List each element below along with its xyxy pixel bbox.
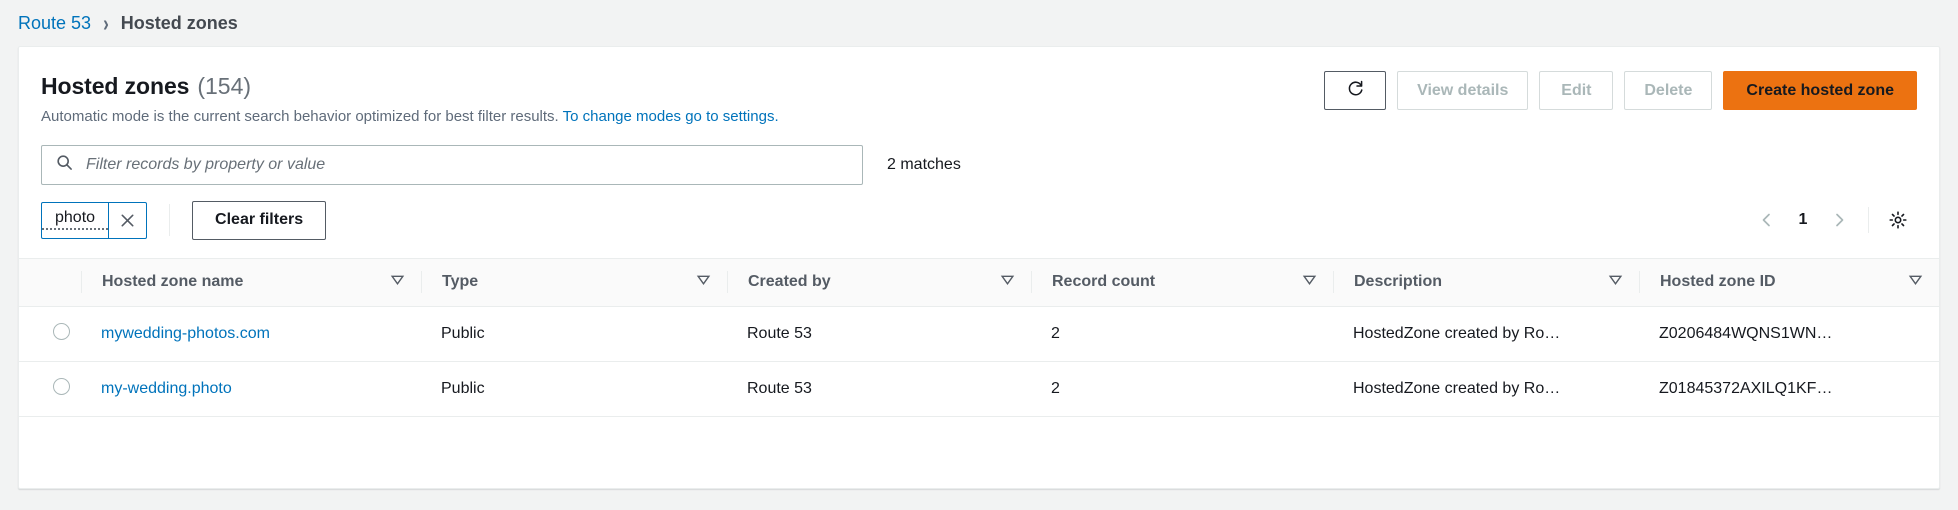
hosted-zones-table: Hosted zone name Type Created by Record … (19, 257, 1939, 417)
cell-description: HostedZone created by Ro… (1333, 361, 1639, 417)
column-created-by[interactable]: Created by (727, 257, 1031, 307)
column-record-count[interactable]: Record count (1031, 257, 1333, 307)
column-label: Type (442, 273, 479, 290)
column-label: Created by (748, 273, 831, 290)
panel-subtitle-text: Automatic mode is the current search beh… (41, 108, 559, 125)
change-modes-link[interactable]: To change modes go to settings. (563, 108, 779, 125)
panel-header-text: Hosted zones (154) Automatic mode is the… (41, 69, 779, 127)
filter-row: 2 matches (19, 127, 1939, 185)
breadcrumb-separator-icon: › (103, 10, 109, 36)
chevron-left-icon[interactable] (1748, 201, 1786, 239)
breadcrumb-link-route53[interactable]: Route 53 (18, 13, 91, 34)
panel-subtitle: Automatic mode is the current search beh… (41, 107, 779, 127)
close-icon[interactable] (108, 202, 146, 238)
cell-description: HostedZone created by Ro… (1333, 306, 1639, 362)
table-row[interactable]: mywedding-photos.com Public Route 53 2 H… (19, 306, 1939, 362)
pagination: 1 (1748, 201, 1917, 239)
triangle-down-icon[interactable] (1000, 272, 1015, 292)
triangle-down-icon[interactable] (696, 272, 711, 292)
column-label: Hosted zone ID (1660, 273, 1776, 290)
hosted-zones-panel: Hosted zones (154) Automatic mode is the… (18, 46, 1940, 489)
table-row[interactable]: my-wedding.photo Public Route 53 2 Hoste… (19, 361, 1939, 417)
page-title-row: Hosted zones (154) (41, 73, 779, 100)
page-title-count: (154) (197, 73, 252, 99)
gear-icon[interactable] (1879, 201, 1917, 239)
view-details-button[interactable]: View details (1397, 71, 1529, 110)
cell-type: Public (421, 306, 727, 362)
token-row: photo Clear filters 1 (19, 185, 1939, 240)
cell-record-count: 2 (1031, 361, 1333, 417)
pagination-divider (1868, 206, 1869, 233)
triangle-down-icon[interactable] (1908, 272, 1923, 292)
refresh-button[interactable] (1324, 71, 1387, 110)
table-body: mywedding-photos.com Public Route 53 2 H… (19, 306, 1939, 417)
search-icon (56, 154, 73, 176)
edit-button[interactable]: Edit (1539, 71, 1614, 110)
column-label: Record count (1052, 273, 1156, 290)
page-number-1[interactable]: 1 (1786, 211, 1820, 229)
cell-hosted-zone-id: Z0206484WQNS1WN… (1639, 306, 1939, 362)
panel-actions: View details Edit Delete Create hosted z… (1324, 69, 1917, 110)
delete-button[interactable]: Delete (1624, 71, 1713, 110)
column-label: Hosted zone name (102, 273, 244, 290)
row-radio-button[interactable] (53, 377, 70, 395)
hosted-zone-link[interactable]: my-wedding.photo (101, 380, 232, 397)
triangle-down-icon[interactable] (390, 272, 405, 292)
column-select (19, 257, 81, 307)
panel-header: Hosted zones (154) Automatic mode is the… (19, 47, 1939, 127)
match-count: 2 matches (887, 155, 961, 173)
row-select-cell[interactable] (19, 306, 81, 362)
breadcrumb: Route 53 › Hosted zones (0, 0, 1958, 46)
refresh-icon (1346, 79, 1365, 103)
table-header: Hosted zone name Type Created by Record … (19, 257, 1939, 307)
token-divider (169, 204, 171, 236)
column-type[interactable]: Type (421, 257, 727, 307)
filter-token-label: photo (42, 209, 109, 230)
search-input[interactable] (84, 145, 862, 184)
column-hosted-zone-id[interactable]: Hosted zone ID (1639, 257, 1939, 307)
page-title: Hosted zones (41, 73, 190, 99)
chevron-right-icon[interactable] (1820, 201, 1858, 239)
column-hosted-zone-name[interactable]: Hosted zone name (81, 257, 421, 307)
create-hosted-zone-button[interactable]: Create hosted zone (1723, 71, 1917, 110)
cell-hosted-zone-name: mywedding-photos.com (81, 306, 421, 362)
cell-record-count: 2 (1031, 306, 1333, 362)
triangle-down-icon[interactable] (1302, 272, 1317, 292)
breadcrumb-current: Hosted zones (120, 12, 238, 33)
hosted-zone-link[interactable]: mywedding-photos.com (101, 325, 270, 342)
search-box[interactable] (41, 144, 863, 185)
cell-hosted-zone-name: my-wedding.photo (81, 361, 421, 417)
triangle-down-icon[interactable] (1608, 272, 1623, 292)
clear-filters-button[interactable]: Clear filters (192, 200, 327, 240)
row-select-cell[interactable] (19, 361, 81, 417)
column-description[interactable]: Description (1333, 257, 1639, 307)
filter-token[interactable]: photo (41, 201, 148, 239)
cell-hosted-zone-id: Z01845372AXILQ1KF… (1639, 361, 1939, 417)
row-radio-button[interactable] (53, 322, 70, 340)
cell-type: Public (421, 361, 727, 417)
column-label: Description (1354, 273, 1443, 290)
cell-created-by: Route 53 (727, 361, 1031, 417)
cell-created-by: Route 53 (727, 306, 1031, 362)
table-header-row: Hosted zone name Type Created by Record … (19, 257, 1939, 307)
